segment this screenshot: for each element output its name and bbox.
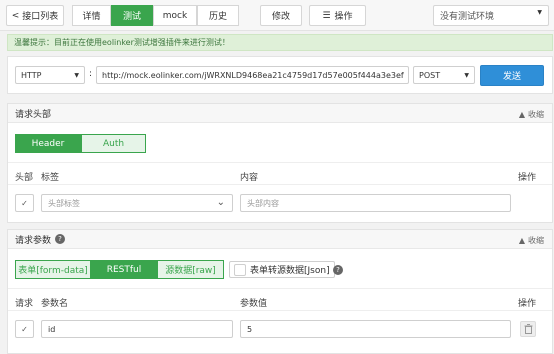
param-enable-checkbox[interactable]: ✓: [15, 320, 34, 338]
plugin-tip-banner: 温馨提示：目前正在使用eolinker测试增强插件来进行测试！: [7, 34, 553, 51]
tab-detail[interactable]: 详情: [72, 5, 111, 26]
operations-label: 操作: [334, 12, 353, 22]
col-tag: 标签: [41, 173, 60, 183]
tab-history[interactable]: 历史: [197, 5, 239, 26]
protocol-value: HTTP: [21, 70, 42, 80]
method-value: POST: [419, 70, 441, 80]
header-content-input[interactable]: 头部内容: [240, 194, 511, 212]
tab-test[interactable]: 测试: [111, 5, 153, 26]
col-param-name: 参数名: [41, 299, 69, 309]
col-content: 内容: [240, 173, 259, 183]
col-op: 操作: [518, 173, 537, 183]
panel-title: 请求参数: [15, 235, 52, 246]
tab-test-label: 测试: [122, 12, 141, 22]
tab-header-label: Header: [31, 138, 65, 149]
tab-header[interactable]: Header: [15, 134, 81, 153]
request-headers-panel: 请求头部 ▲ 收缩 Header Auth 头部 标签 内容 操作 ✓ 头部标签…: [7, 103, 553, 223]
collapse-label: 收缩: [528, 110, 544, 119]
trash-icon: [524, 324, 532, 334]
panel-title: 请求头部: [15, 109, 52, 120]
divider: [8, 288, 552, 289]
col-param-value: 参数值: [240, 299, 268, 309]
top-toolbar: < 接口列表 详情 测试 mock 历史 修改 ☰ 操作 没有测试环境 ▼: [0, 0, 554, 31]
header-tag-input[interactable]: 头部标签 ⌄: [41, 194, 233, 212]
edit-button[interactable]: 修改: [260, 5, 302, 26]
param-value-input[interactable]: 5: [240, 320, 511, 338]
col-part: 头部: [15, 173, 34, 183]
tab-restful-label: RESTful: [106, 264, 142, 275]
chevron-left-icon: <: [11, 10, 20, 21]
method-select[interactable]: POST ▼: [413, 66, 475, 84]
back-label: 接口列表: [22, 12, 59, 22]
tab-auth-label: Auth: [102, 138, 125, 149]
request-params-panel: 请求参数 ? ▲ 收缩 表单[form-data] RESTful 源数据[ra…: [7, 229, 553, 354]
protocol-select[interactable]: HTTP ▼: [15, 66, 85, 84]
divider: [8, 310, 552, 311]
tab-history-label: 历史: [208, 12, 227, 22]
chevron-down-icon: ▼: [537, 9, 542, 16]
menu-icon: ☰: [322, 10, 331, 21]
chevron-up-icon: ▲: [518, 236, 525, 245]
tag-placeholder: 头部标签: [48, 198, 80, 208]
tab-detail-label: 详情: [82, 12, 101, 22]
edit-label: 修改: [271, 12, 290, 22]
tab-auth[interactable]: Auth: [81, 134, 146, 153]
tip-text: 温馨提示：目前正在使用eolinker测试增强插件来进行测试！: [14, 38, 230, 47]
environment-select[interactable]: 没有测试环境 ▼: [433, 5, 549, 26]
send-label: 发送: [502, 72, 521, 82]
param-value-value: 5: [247, 324, 253, 334]
collapse-label: 收缩: [528, 236, 544, 245]
param-name-value: id: [48, 324, 56, 334]
tab-raw-label: 源数据[raw]: [165, 266, 216, 276]
convert-to-json-toggle[interactable]: 表单转源数据[Json]: [229, 261, 335, 278]
tab-form-data-label: 表单[form-data]: [18, 266, 88, 276]
headers-panel-header[interactable]: 请求头部 ▲ 收缩: [8, 104, 552, 123]
chevron-up-icon: ▲: [518, 110, 525, 119]
convert-checkbox[interactable]: [234, 263, 246, 276]
chevron-down-icon: ⌄: [216, 197, 225, 208]
check-icon: ✓: [21, 324, 28, 334]
url-prefix: http://: [102, 70, 127, 80]
check-icon: ✓: [21, 198, 28, 208]
send-button[interactable]: 发送: [480, 65, 544, 86]
params-panel-header[interactable]: 请求参数 ? ▲ 收缩: [8, 230, 552, 249]
header-enable-checkbox[interactable]: ✓: [15, 194, 34, 212]
tab-form-data[interactable]: 表单[form-data]: [15, 260, 91, 279]
url-value: mock.eolinker.com/jWRXNLD9468ea21c4759d1…: [126, 70, 404, 80]
environment-value: 没有测试环境: [440, 12, 495, 22]
divider: [8, 184, 552, 185]
collapse-toggle[interactable]: ▲ 收缩: [519, 235, 544, 246]
chevron-down-icon: ▼: [464, 71, 469, 79]
operations-button[interactable]: ☰ 操作: [309, 5, 366, 26]
url-input[interactable]: http://mock.eolinker.com/jWRXNLD9468ea21…: [96, 66, 409, 84]
request-line: HTTP ▼ : http://mock.eolinker.com/jWRXNL…: [7, 56, 553, 94]
content-placeholder: 头部内容: [247, 198, 279, 208]
url-colon: :: [89, 69, 93, 79]
tab-raw[interactable]: 源数据[raw]: [157, 260, 224, 279]
param-name-input[interactable]: id: [41, 320, 233, 338]
convert-label: 表单转源数据[Json]: [250, 266, 330, 276]
tab-mock[interactable]: mock: [153, 5, 197, 26]
chevron-down-icon: ▼: [74, 71, 79, 79]
back-to-list-button[interactable]: < 接口列表: [6, 5, 64, 26]
delete-row-button[interactable]: [520, 321, 536, 337]
help-icon[interactable]: ?: [55, 234, 66, 244]
tab-restful[interactable]: RESTful: [91, 260, 157, 279]
divider: [8, 162, 552, 163]
col-request: 请求: [15, 299, 34, 309]
help-icon[interactable]: ?: [333, 265, 343, 275]
tab-mock-label: mock: [162, 10, 188, 21]
col-op: 操作: [518, 299, 537, 309]
collapse-toggle[interactable]: ▲ 收缩: [519, 109, 544, 120]
